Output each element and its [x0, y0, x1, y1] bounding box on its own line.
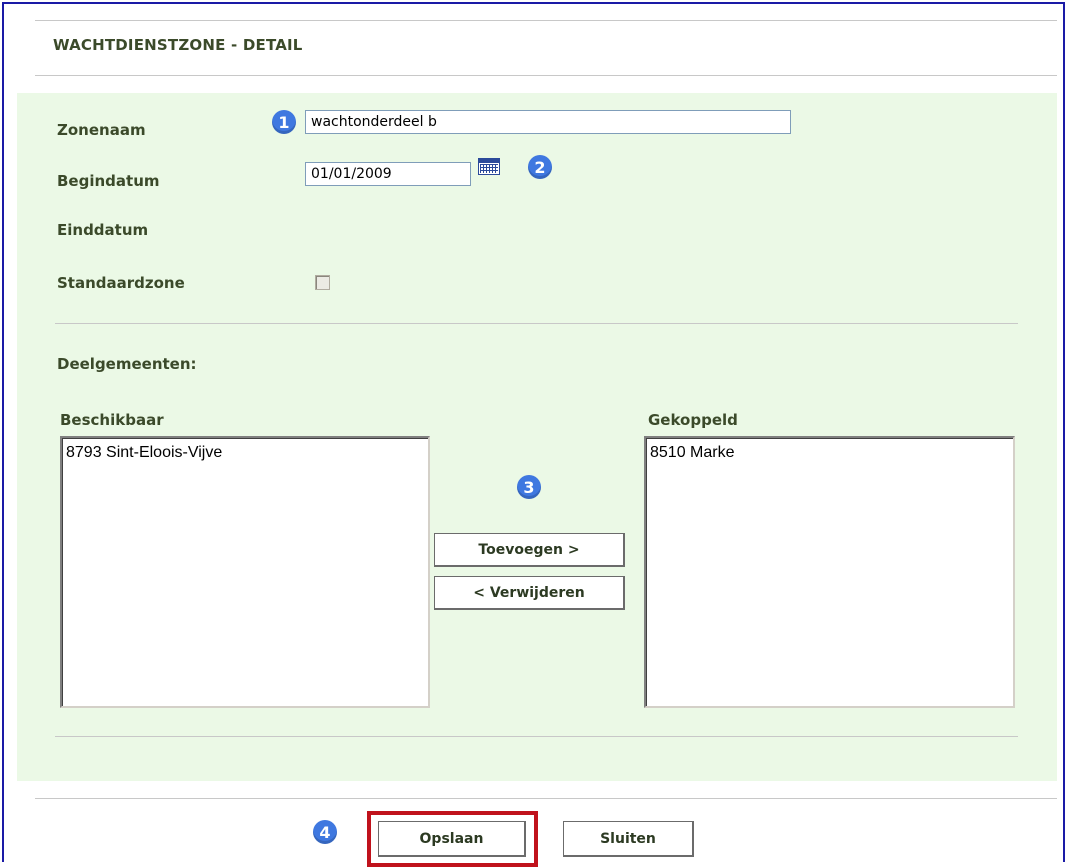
step-1-badge-icon: 1 [272, 110, 296, 134]
available-listbox[interactable]: 8793 Sint-Eloois-Vijve [60, 436, 430, 708]
linked-listbox[interactable]: 8510 Marke [644, 436, 1015, 708]
standaardzone-checkbox[interactable] [315, 275, 330, 290]
remove-button[interactable]: < Verwijderen [434, 576, 625, 610]
section-divider [55, 323, 1018, 324]
step-4-badge-icon: 4 [313, 820, 337, 844]
list-item[interactable]: 8793 Sint-Eloois-Vijve [62, 438, 428, 462]
deelgemeenten-label: Deelgemeenten: [57, 355, 197, 373]
top-divider [35, 20, 1057, 21]
list-item[interactable]: 8510 Marke [646, 438, 1013, 462]
calendar-icon[interactable] [478, 158, 500, 175]
step-2-badge-icon: 2 [528, 155, 552, 179]
save-button[interactable]: Opslaan [378, 821, 526, 857]
step-3-badge-icon: 3 [517, 475, 541, 499]
zonenaam-label: Zonenaam [57, 121, 146, 139]
page-title: WACHTDIENSTZONE - DETAIL [53, 36, 303, 54]
footer-divider [35, 798, 1057, 799]
zonenaam-input[interactable]: wachtonderdeel b [305, 110, 791, 134]
close-button[interactable]: Sluiten [563, 821, 694, 857]
list-divider [55, 736, 1018, 737]
gekoppeld-label: Gekoppeld [648, 411, 738, 429]
begindatum-label: Begindatum [57, 172, 160, 190]
beschikbaar-label: Beschikbaar [60, 411, 164, 429]
add-button[interactable]: Toevoegen > [434, 533, 625, 567]
einddatum-label: Einddatum [57, 221, 149, 239]
standaardzone-label: Standaardzone [57, 274, 185, 292]
header-divider [35, 75, 1057, 76]
begindatum-input[interactable]: 01/01/2009 [305, 162, 471, 186]
